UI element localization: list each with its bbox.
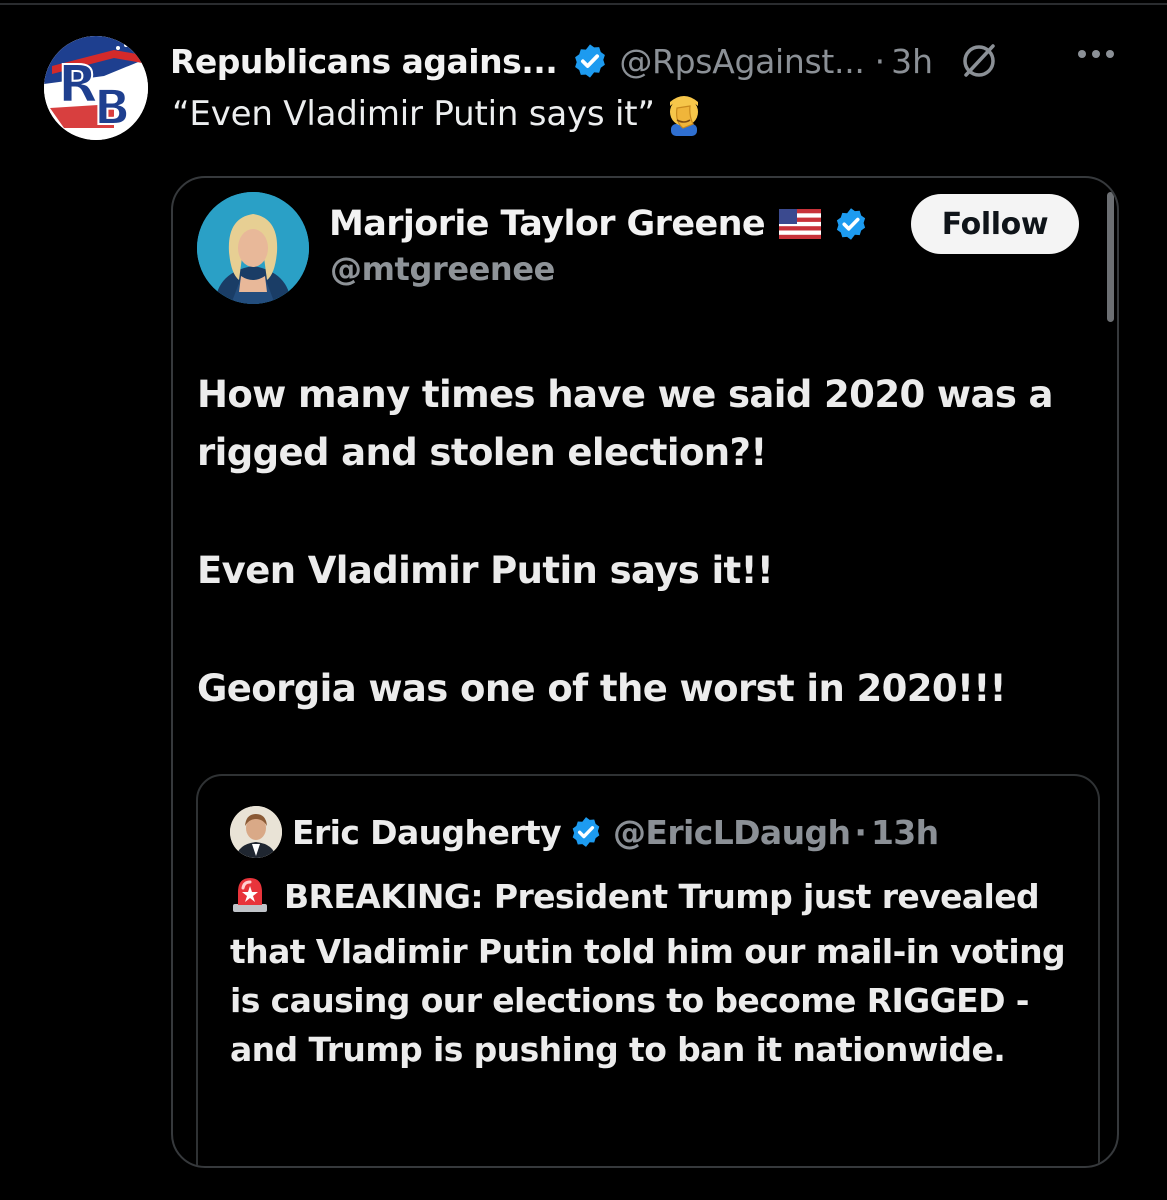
top-divider	[0, 3, 1167, 5]
verified-badge-icon	[833, 206, 869, 242]
quoted-author-handle[interactable]: @mtgreenee	[330, 250, 555, 288]
quoted-paragraph: Georgia was one of the worst in 2020!!!	[197, 667, 1006, 710]
nested-timestamp[interactable]: 13h	[871, 813, 939, 852]
scrollbar-thumb[interactable]	[1107, 192, 1114, 322]
grok-icon[interactable]	[959, 41, 999, 81]
nested-author-name[interactable]: Eric Daugherty	[292, 813, 562, 852]
post-text: “Even Vladimir Putin says it”	[172, 94, 655, 134]
us-flag-icon	[779, 209, 822, 239]
post-handle[interactable]: @RpsAgainst...	[619, 42, 865, 81]
svg-text:R: R	[58, 55, 98, 115]
post-author-name[interactable]: Republicans agains...	[170, 42, 558, 81]
separator-dot: ·	[874, 41, 886, 81]
quoted-paragraph: How many times have we said 2020 was a r…	[197, 373, 1054, 474]
post-header: Republicans agains... @RpsAgainst... · 3…	[170, 38, 999, 84]
mtg-avatar[interactable]	[197, 192, 309, 304]
eric-avatar[interactable]	[230, 806, 282, 858]
quoted-post-text: How many times have we said 2020 was a r…	[197, 366, 1087, 718]
post-body: “Even Vladimir Putin says it”	[172, 92, 705, 136]
quoted-author-name[interactable]: Marjorie Taylor Greene	[329, 204, 766, 244]
mtg-name-row: Marjorie Taylor Greene	[329, 202, 869, 246]
quoted-paragraph: Even Vladimir Putin says it!!	[197, 549, 774, 592]
nested-quoted-post-card[interactable]: Eric Daugherty @EricLDaugh · 13h BREAKIN…	[196, 774, 1100, 1166]
siren-emoji-icon	[230, 874, 270, 927]
quoted-post-card[interactable]: Marjorie Taylor Greene @mtgreenee Follow…	[171, 176, 1119, 1168]
facepalm-emoji-icon	[663, 92, 705, 136]
nested-header: Eric Daugherty @EricLDaugh · 13h	[292, 810, 939, 854]
separator-dot: ·	[854, 812, 867, 852]
more-icon[interactable]	[1078, 50, 1114, 58]
verified-badge-icon	[569, 815, 603, 849]
follow-button[interactable]: Follow	[911, 194, 1079, 254]
nested-post-text: BREAKING: President Trump just revealed …	[230, 872, 1080, 1074]
svg-text:B: B	[94, 80, 131, 136]
nested-text-body: BREAKING: President Trump just revealed …	[230, 877, 1066, 1069]
republicans-against-avatar[interactable]: R B	[44, 36, 148, 140]
verified-badge-icon	[571, 42, 609, 80]
nested-author-handle[interactable]: @EricLDaugh	[613, 813, 851, 852]
post-timestamp[interactable]: 3h	[891, 42, 933, 81]
